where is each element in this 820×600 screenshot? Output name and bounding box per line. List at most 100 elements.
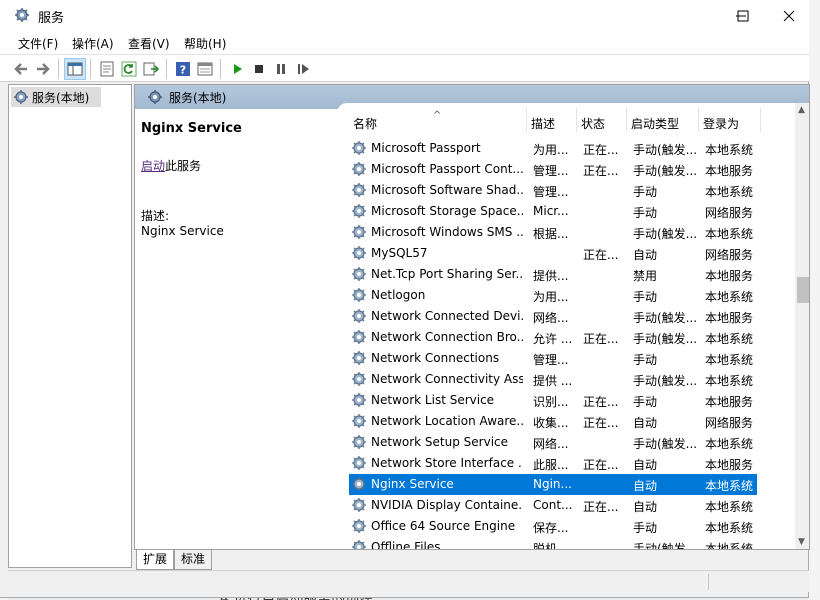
- service-name: Network Store Interface ...: [371, 456, 523, 470]
- service-startup-type: 自动: [633, 479, 658, 493]
- menu-file[interactable]: 文件(F): [18, 35, 58, 52]
- service-description: Cont...: [533, 498, 573, 512]
- menu-help[interactable]: 帮助(H): [184, 35, 226, 52]
- tab-standard[interactable]: 标准: [174, 550, 213, 570]
- service-gear-icon: [351, 245, 367, 261]
- service-gear-icon: [351, 203, 367, 219]
- column-header-status[interactable]: 状态: [577, 108, 627, 132]
- help-icon[interactable]: ?: [172, 58, 194, 80]
- forward-icon[interactable]: [32, 58, 54, 80]
- stop-service-icon[interactable]: [248, 58, 270, 80]
- table-row[interactable]: Network Connectivity Ass... 提供 ... 手动(触发..…: [337, 369, 795, 390]
- column-header-description[interactable]: 描述: [527, 108, 577, 132]
- console-view-icon[interactable]: [194, 58, 216, 80]
- tab-extended[interactable]: 扩展: [136, 550, 175, 570]
- table-row[interactable]: Nginx Service Ngin... 自动 本地系统: [349, 474, 757, 495]
- table-row[interactable]: Network Location Aware... 收集... 正在... 自动 网络服…: [337, 411, 795, 432]
- service-logon-as: 本地服务: [705, 395, 754, 409]
- service-logon-as: 本地服务: [705, 458, 754, 472]
- table-row[interactable]: MySQL57 正在... 自动 网络服务: [337, 243, 795, 264]
- service-name: NVIDIA Display Containe...: [371, 498, 523, 512]
- table-row[interactable]: Offline Files 脱机... 手动(触发... 本地系统: [337, 537, 795, 550]
- main-header-title: 服务(本地): [169, 90, 227, 105]
- table-row[interactable]: Netlogon 为用... 手动 本地系统: [337, 285, 795, 306]
- service-startup-type: 自动: [633, 416, 658, 430]
- service-logon-as: 本地系统: [705, 143, 754, 157]
- description-label: 描述:: [141, 209, 170, 223]
- table-row[interactable]: NVIDIA Display Containe... Cont... 正在... 自动…: [337, 495, 795, 516]
- service-status: 正在...: [583, 248, 619, 262]
- service-startup-type: 手动(触发...: [633, 143, 698, 157]
- service-gear-icon: [351, 287, 367, 303]
- table-row[interactable]: Net.Tcp Port Sharing Ser... 提供... 禁用 本地服务: [337, 264, 795, 285]
- show-hide-tree-icon[interactable]: [64, 58, 86, 80]
- scrollbar-thumb[interactable]: [797, 277, 809, 303]
- description-pane: Nginx Service 启动此服务 描述: Nginx Service: [141, 121, 336, 238]
- service-description: 此服...: [533, 458, 569, 472]
- table-row[interactable]: Network Connections 管理... 手动 本地系统: [337, 348, 795, 369]
- service-startup-type: 手动(触发...: [633, 332, 698, 346]
- service-gear-icon: [351, 350, 367, 366]
- status-bar: [8, 570, 809, 592]
- service-logon-as: 本地系统: [705, 290, 754, 304]
- service-description: 管理...: [533, 353, 569, 367]
- service-startup-type: 自动: [633, 458, 658, 472]
- service-startup-type: 手动(触发...: [633, 374, 698, 388]
- service-name: Network Connected Devi...: [371, 309, 523, 323]
- scroll-up-icon[interactable]: ▲: [798, 105, 805, 115]
- service-logon-as: 本地系统: [705, 374, 754, 388]
- service-startup-type: 手动: [633, 353, 658, 367]
- restart-service-icon[interactable]: [292, 58, 314, 80]
- maximize-button[interactable]: [720, 0, 766, 31]
- table-row[interactable]: Network Setup Service 网络... 手动(触发... 本地系统: [337, 432, 795, 453]
- service-description: 根据...: [533, 227, 569, 241]
- scroll-down-icon[interactable]: ▼: [798, 537, 805, 547]
- table-row[interactable]: Network List Service 识别... 正在... 手动 本地服务: [337, 390, 795, 411]
- column-header-logon-as[interactable]: 登录为: [699, 108, 761, 132]
- table-row[interactable]: Office 64 Source Engine 保存... 手动 本地系统: [337, 516, 795, 537]
- navigation-tree: 服务(本地): [8, 84, 132, 568]
- service-description: Micr...: [533, 204, 569, 218]
- service-description: 网络...: [533, 437, 569, 451]
- table-row[interactable]: Network Connected Devi... 网络... 手动(触发... 本地…: [337, 306, 795, 327]
- table-row[interactable]: Microsoft Passport 为用... 正在... 手动(触发... 本地系统: [337, 138, 795, 159]
- close-button[interactable]: [766, 0, 812, 31]
- table-row[interactable]: Microsoft Storage Space... Micr... 手动 网络服务: [337, 201, 795, 222]
- column-header-label: 状态: [581, 117, 606, 131]
- service-logon-as: 网络服务: [705, 416, 754, 430]
- start-service-link[interactable]: 启动: [141, 159, 165, 173]
- column-header-startup-type[interactable]: 启动类型: [627, 108, 699, 132]
- service-gear-icon: [351, 497, 367, 513]
- service-action: 启动此服务: [141, 157, 201, 174]
- service-description: 网络...: [533, 311, 569, 325]
- table-row[interactable]: Network Store Interface ... 此服... 正在... 自动 本…: [337, 453, 795, 474]
- export-list-icon[interactable]: [140, 58, 162, 80]
- table-row[interactable]: Microsoft Windows SMS ... 根据... 手动(触发... 本地…: [337, 222, 795, 243]
- back-icon[interactable]: [10, 58, 32, 80]
- table-row[interactable]: Microsoft Software Shad... 管理... 手动 本地系统: [337, 180, 795, 201]
- menu-action[interactable]: 操作(A): [72, 35, 114, 52]
- properties-icon[interactable]: [96, 58, 118, 80]
- service-name: Offline Files: [371, 540, 441, 550]
- sort-ascending-icon: ^: [433, 110, 442, 121]
- services-gear-icon: [14, 7, 30, 23]
- menu-view[interactable]: 查看(V): [128, 35, 170, 52]
- start-service-icon[interactable]: [226, 58, 248, 80]
- tree-item-label: 服务(本地): [32, 90, 90, 105]
- service-status: 正在...: [583, 458, 619, 472]
- service-startup-type: 手动(触发...: [633, 437, 698, 451]
- table-row[interactable]: Microsoft Passport Cont... 管理... 正在... 手动(触…: [337, 159, 795, 180]
- service-name: Microsoft Passport Cont...: [371, 162, 523, 176]
- service-gear-icon: [351, 266, 367, 282]
- pause-service-icon[interactable]: [270, 58, 292, 80]
- refresh-icon[interactable]: [118, 58, 140, 80]
- vertical-scrollbar[interactable]: ▲ ▼: [795, 103, 809, 549]
- service-description: 保存...: [533, 521, 569, 535]
- tree-item-services-local[interactable]: 服务(本地): [11, 87, 101, 107]
- table-row[interactable]: Network Connection Bro... 允许 ... 正在... 手动(触…: [337, 327, 795, 348]
- service-description: 允许 ...: [533, 332, 573, 346]
- service-gear-icon: [351, 371, 367, 387]
- service-startup-type: 手动(触发...: [633, 164, 698, 178]
- selected-service-name: Nginx Service: [141, 121, 242, 136]
- services-window: 服务 文件(F) 操作(A) 查看(V) 帮助(H) ? 服务(本地) 服务(本…: [0, 0, 812, 598]
